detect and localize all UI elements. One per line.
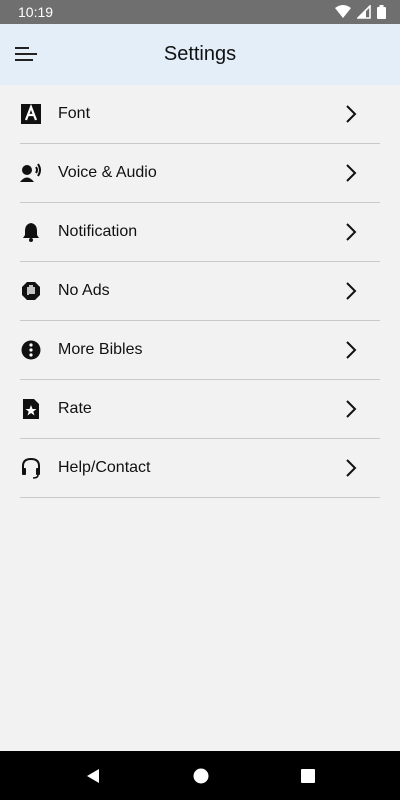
chevron-right-icon xyxy=(346,105,357,123)
menu-icon xyxy=(15,47,37,61)
home-button[interactable] xyxy=(193,768,209,784)
settings-item-label: Notification xyxy=(58,223,138,240)
settings-item-label: No Ads xyxy=(58,282,110,299)
settings-item-font[interactable]: Font xyxy=(20,85,380,144)
star-document-icon xyxy=(20,398,42,420)
chevron-right-icon xyxy=(346,164,357,182)
settings-item-rate[interactable]: Rate xyxy=(20,380,380,439)
status-bar: 10:19 xyxy=(0,0,400,24)
settings-item-voice-audio[interactable]: Voice & Audio xyxy=(20,144,380,203)
font-icon xyxy=(20,103,42,125)
menu-button[interactable] xyxy=(14,42,38,66)
cell-signal-icon xyxy=(357,5,371,19)
settings-item-help-contact[interactable]: Help/Contact xyxy=(20,439,380,498)
chevron-right-icon xyxy=(346,400,357,418)
settings-item-label: Voice & Audio xyxy=(58,164,157,181)
info-more-icon xyxy=(20,339,42,361)
home-icon xyxy=(193,768,209,783)
back-icon xyxy=(87,768,99,783)
chevron-right-icon xyxy=(346,459,357,477)
recents-icon xyxy=(301,768,315,783)
app-bar: Settings xyxy=(0,24,400,85)
wifi-icon xyxy=(335,5,351,18)
chevron-right-icon xyxy=(346,223,357,241)
status-icons xyxy=(335,5,386,19)
settings-item-label: Help/Contact xyxy=(58,459,151,476)
system-nav-bar xyxy=(0,751,400,800)
battery-icon xyxy=(377,5,386,19)
chevron-right-icon xyxy=(346,341,357,359)
settings-item-label: More Bibles xyxy=(58,341,143,358)
settings-item-no-ads[interactable]: No Ads xyxy=(20,262,380,321)
settings-item-label: Rate xyxy=(58,400,92,417)
status-time: 10:19 xyxy=(18,4,54,20)
hand-stop-icon xyxy=(20,280,42,302)
back-button[interactable] xyxy=(85,768,101,784)
page-title: Settings xyxy=(163,43,237,65)
headset-icon xyxy=(20,457,42,479)
voice-icon xyxy=(20,162,42,184)
settings-list: Font Voice & Audio Notification No Ads M… xyxy=(0,85,400,498)
recents-button[interactable] xyxy=(301,768,315,783)
settings-item-notification[interactable]: Notification xyxy=(20,203,380,262)
chevron-right-icon xyxy=(346,282,357,300)
settings-item-more-bibles[interactable]: More Bibles xyxy=(20,321,380,380)
settings-item-label: Font xyxy=(58,105,91,122)
bell-icon xyxy=(20,221,42,243)
